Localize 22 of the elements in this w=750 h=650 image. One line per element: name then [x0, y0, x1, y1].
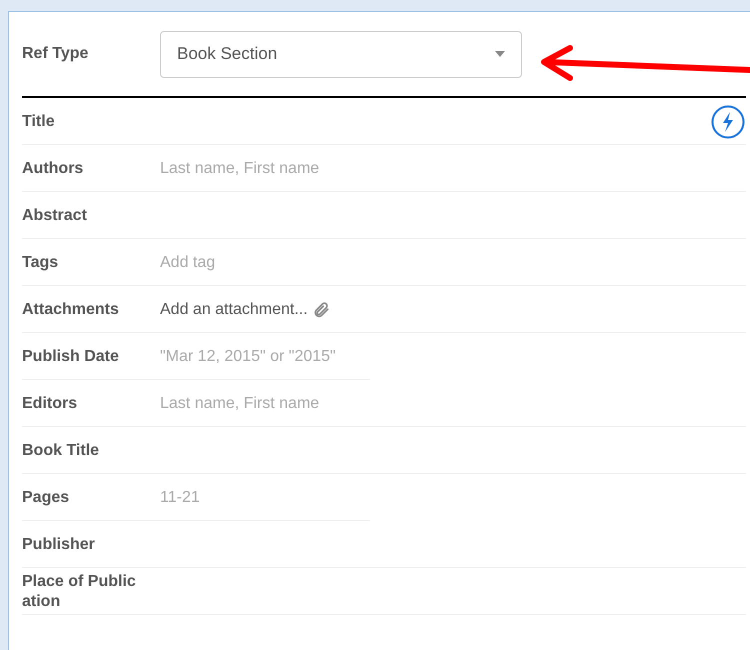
input-field[interactable]: Last name, First name [160, 392, 370, 416]
input-field[interactable]: 11-21 [160, 486, 370, 510]
field-label: Ref Type [22, 44, 90, 64]
field-label: Authors [22, 158, 84, 178]
field-label: Abstract [22, 206, 88, 226]
lightning-icon[interactable] [711, 104, 745, 138]
field-label: Pages [22, 488, 70, 508]
field-label: Attachments [22, 300, 120, 320]
input-field[interactable]: Last name, First name [160, 156, 370, 180]
field-label: Publish Date [22, 346, 120, 366]
field-label: Tags [22, 252, 60, 272]
field-label: Place of Publication [22, 572, 137, 612]
field-label: Publisher [22, 534, 96, 554]
ref-type-dropdown[interactable]: Book Section [160, 30, 522, 78]
paperclip-icon[interactable] [312, 300, 330, 318]
caret-icon [495, 51, 505, 57]
input-field[interactable]: Add tag [160, 250, 370, 274]
field-label: Title [22, 112, 56, 132]
attachment-link[interactable]: Add an attachment... [160, 298, 308, 322]
input-field[interactable]: "Mar 12, 2015" or "2015" [160, 344, 370, 368]
field-label: Editors [22, 394, 78, 414]
field-label: Book Title [22, 440, 100, 460]
